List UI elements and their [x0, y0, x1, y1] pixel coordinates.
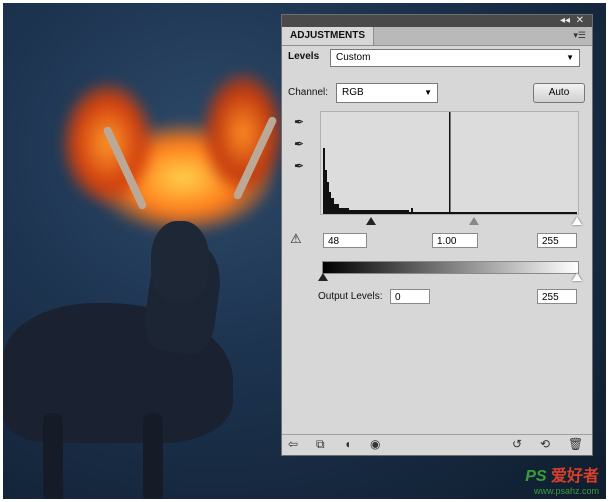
black-point-eyedropper-icon[interactable]: ✒: [294, 115, 308, 129]
output-black-field[interactable]: 0: [390, 289, 430, 304]
input-black-slider[interactable]: [366, 217, 376, 225]
input-gamma-field[interactable]: 1.00: [432, 233, 478, 248]
preset-dropdown[interactable]: Custom ▼: [330, 49, 580, 67]
output-white-field[interactable]: 255: [537, 289, 577, 304]
preset-label: Levels: [288, 51, 320, 62]
visibility-eye-icon[interactable]: ◉: [370, 437, 380, 451]
trash-icon[interactable]: 🗑: [568, 437, 583, 451]
gray-point-eyedropper-icon[interactable]: ✒: [294, 137, 308, 151]
preset-value: Custom: [336, 52, 371, 63]
deer-leg: [43, 413, 63, 499]
histogram: [320, 111, 579, 215]
tab-adjustments[interactable]: ADJUSTMENTS: [282, 27, 375, 45]
tab-row: ADJUSTMENTS ▾☰: [282, 27, 592, 46]
watermark-url: www.psahz.com: [533, 486, 599, 496]
panel-header-bar: ◂◂ ✕: [282, 15, 592, 27]
adjustments-panel: ◂◂ ✕ ADJUSTMENTS ▾☰ Levels Custom ▼ Chan…: [281, 14, 593, 456]
expand-view-icon[interactable]: ⧉: [316, 437, 325, 452]
input-black-field[interactable]: 48: [323, 233, 367, 248]
deer-leg: [143, 413, 163, 499]
chevron-down-icon: ▼: [566, 53, 574, 62]
back-arrow-icon[interactable]: ⇦: [288, 437, 298, 451]
clipping-warning-icon[interactable]: ⚠: [290, 232, 310, 246]
output-white-slider[interactable]: [572, 273, 582, 281]
output-gradient-bar: [322, 261, 579, 274]
chevron-down-icon: ▼: [424, 88, 432, 97]
panel-menu-icon[interactable]: ▾☰: [573, 30, 586, 41]
output-black-slider[interactable]: [318, 273, 328, 281]
watermark-ps: PS: [525, 468, 547, 485]
deer-head: [151, 221, 209, 301]
watermark: PS 爱好者 www.psahz.com: [525, 462, 599, 496]
double-chevron-left-icon[interactable]: ◂◂: [560, 15, 570, 27]
panel-bottom-bar: ⇦ ⧉ ◖ ◉ ↺ ⟲ 🗑: [282, 434, 592, 455]
channel-dropdown[interactable]: RGB ▼: [336, 83, 438, 103]
clip-layer-icon[interactable]: ◖: [344, 437, 351, 451]
input-white-slider[interactable]: [572, 217, 582, 225]
white-point-eyedropper-icon[interactable]: ✒: [294, 159, 308, 173]
channel-value: RGB: [342, 87, 364, 98]
input-gamma-slider[interactable]: [469, 217, 479, 225]
close-icon[interactable]: ✕: [576, 15, 584, 27]
auto-button[interactable]: Auto: [533, 83, 585, 103]
watermark-site-cn: 爱好者: [550, 468, 599, 485]
reset-icon[interactable]: ⟲: [540, 437, 550, 451]
output-levels-label: Output Levels:: [318, 291, 383, 302]
previous-state-icon[interactable]: ↺: [512, 437, 522, 451]
input-white-field[interactable]: 255: [537, 233, 577, 248]
channel-label: Channel:: [288, 87, 329, 98]
